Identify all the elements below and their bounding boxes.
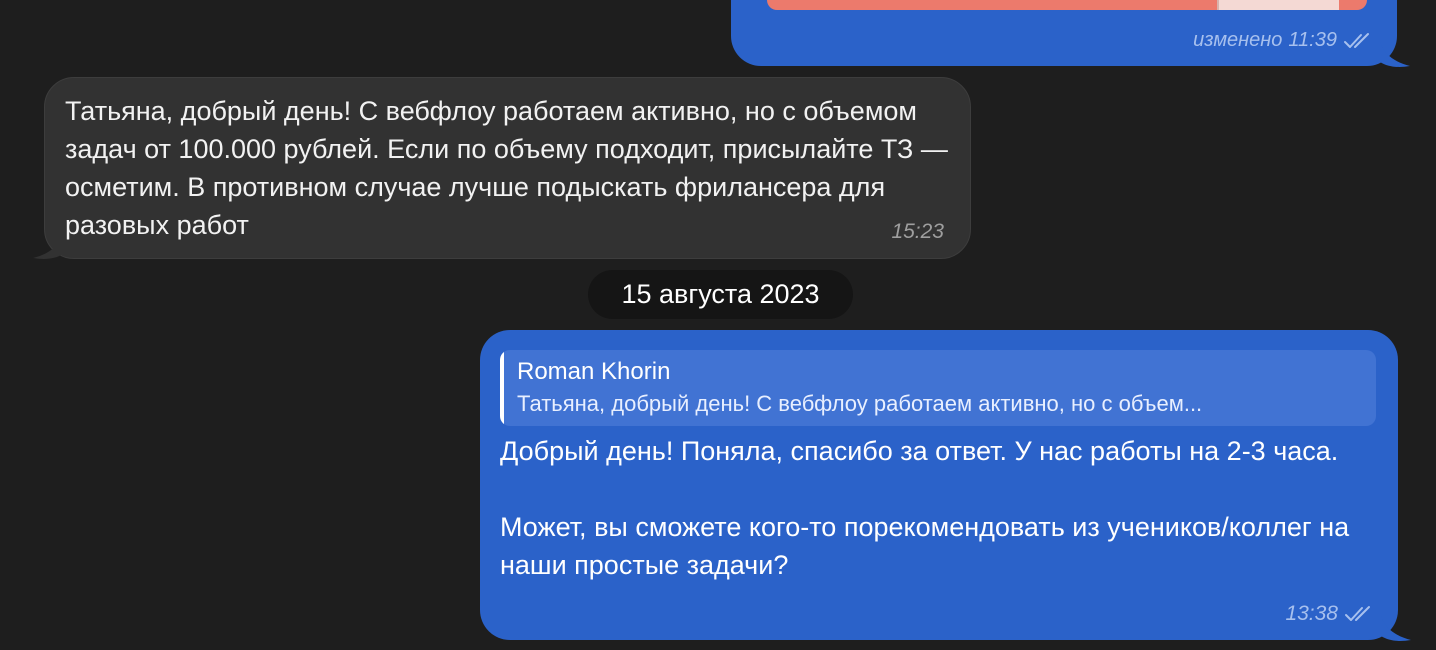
message-meta: 13:38 — [1285, 602, 1374, 626]
double-check-icon — [1343, 32, 1373, 50]
message-text: Татьяна, добрый день! С вебфлоу работаем… — [65, 96, 948, 240]
message-text: Добрый день! Поняла, спасибо за ответ. У… — [500, 436, 1339, 466]
date-separator: 15 августа 2023 — [588, 270, 853, 319]
incoming-message[interactable]: Татьяна, добрый день! С вебфлоу работаем… — [44, 77, 971, 259]
bubble-tail — [1381, 616, 1411, 641]
bubble-tail — [33, 234, 63, 259]
edited-label: изменено — [1193, 29, 1283, 51]
attachment-preview[interactable] — [767, 0, 1367, 10]
message-meta: изменено 11:39 — [1193, 29, 1373, 52]
message-text: Может, вы сможете кого-то порекомендоват… — [500, 512, 1350, 580]
attachment-thumbnail — [1217, 0, 1339, 10]
reply-author: Roman Khorin — [517, 358, 671, 385]
message-time: 13:38 — [1285, 602, 1338, 625]
message-time: 15:23 — [891, 220, 944, 243]
message-time: 11:39 — [1288, 29, 1337, 51]
reply-snippet: Татьяна, добрый день! С вебфлоу работаем… — [517, 391, 1203, 416]
outgoing-message[interactable]: Roman Khorin Татьяна, добрый день! С веб… — [480, 330, 1398, 640]
outgoing-message-top[interactable]: изменено 11:39 — [731, 0, 1397, 66]
chat-view: изменено 11:39 Татьяна, добрый день! С в… — [0, 0, 1436, 650]
double-check-icon — [1344, 605, 1374, 623]
reply-bar — [500, 350, 504, 426]
bubble-tail — [1380, 42, 1410, 67]
reply-quote[interactable]: Roman Khorin Татьяна, добрый день! С веб… — [500, 350, 1376, 426]
